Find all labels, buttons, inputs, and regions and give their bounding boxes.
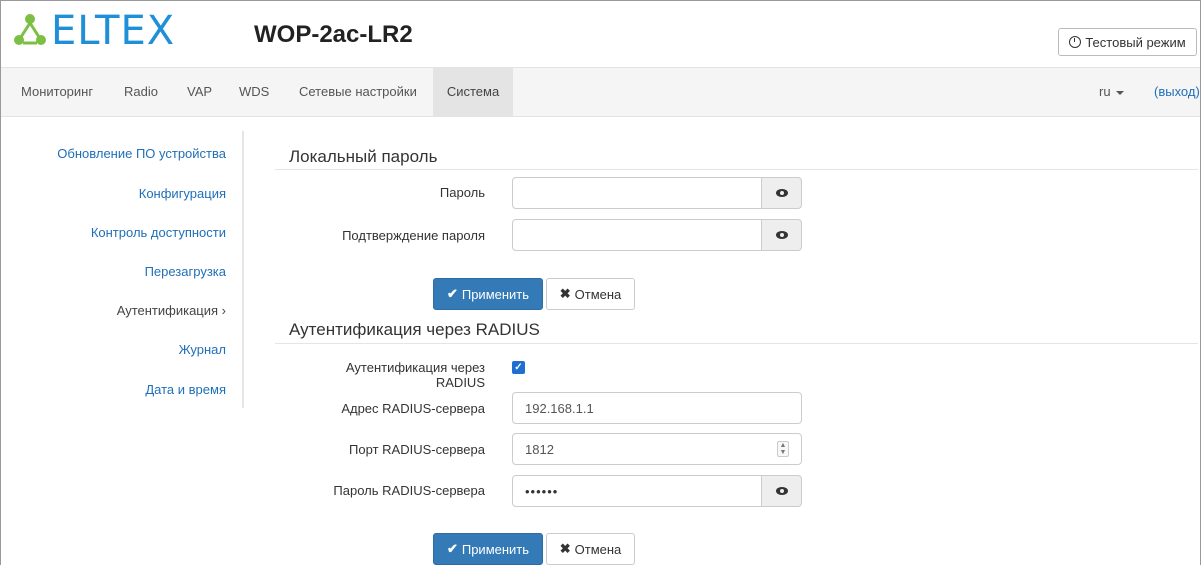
radius-secret-label: Пароль RADIUS-сервера [333, 483, 485, 498]
confirm-password-input[interactable] [512, 219, 762, 251]
logout-link[interactable]: (выход) [1154, 68, 1200, 116]
close-icon: ✖ [559, 286, 571, 301]
section-divider [275, 169, 1198, 170]
main-navbar: Мониторинг Radio VAP WDS Сетевые настрой… [1, 67, 1200, 117]
radius-secret-value: •••••• [525, 483, 559, 499]
language-dropdown[interactable]: ru [1099, 68, 1124, 116]
header: ELTEX WOP-2ac-LR2 Тестовый режим [1, 1, 1200, 61]
nav-wds[interactable]: WDS [239, 68, 269, 116]
radius-section-title: Аутентификация через RADIUS [289, 320, 540, 339]
sidebar-item-authentication[interactable]: Аутентификация › [117, 303, 226, 323]
test-mode-label: Тестовый режим [1085, 34, 1186, 50]
nav-network-settings[interactable]: Сетевые настройки [299, 68, 417, 116]
cancel-label: Отмена [574, 541, 622, 557]
device-model-title: WOP-2ac-LR2 [254, 21, 413, 48]
local-password-section-title: Локальный пароль [289, 147, 438, 166]
sidebar-item-configuration[interactable]: Конфигурация [139, 186, 226, 206]
language-label: ru [1099, 84, 1111, 99]
cancel-local-password-button[interactable]: ✖ Отмена [546, 278, 635, 310]
nav-vap[interactable]: VAP [187, 68, 212, 116]
radius-enable-checkbox[interactable]: ✓ [512, 361, 525, 374]
sidebar-item-log[interactable]: Журнал [179, 342, 226, 362]
confirm-password-label: Подтверждение пароля [342, 228, 485, 243]
radius-secret-input[interactable]: •••••• [512, 475, 762, 507]
eltex-logo-icon [14, 14, 46, 45]
sidebar: Обновление ПО устройства Конфигурация Ко… [1, 131, 244, 408]
check-icon: ✔ [446, 286, 458, 301]
caret-down-icon [1115, 90, 1124, 95]
show-confirm-password-button[interactable] [761, 219, 802, 251]
apply-radius-button[interactable]: ✔ Применить [433, 533, 543, 565]
radius-port-label: Порт RADIUS-сервера [349, 442, 485, 457]
sidebar-item-reboot[interactable]: Перезагрузка [145, 264, 226, 284]
radius-port-input[interactable]: 1812 ▲ ▼ [512, 433, 802, 465]
nav-radio[interactable]: Radio [124, 68, 158, 116]
password-label: Пароль [439, 185, 485, 200]
radius-port-value: 1812 [525, 441, 554, 457]
sidebar-item-date-time[interactable]: Дата и время [145, 382, 226, 402]
checkmark-icon: ✓ [514, 362, 523, 373]
logo-text: ELTEX [51, 8, 176, 54]
eye-icon [775, 189, 788, 197]
test-mode-button[interactable]: Тестовый режим [1058, 28, 1197, 56]
sidebar-item-availability-control[interactable]: Контроль доступности [91, 225, 226, 245]
eltex-logo: ELTEX [13, 11, 175, 51]
nav-system[interactable]: Система [433, 68, 513, 116]
close-icon: ✖ [559, 541, 571, 556]
eye-icon [775, 487, 788, 495]
check-icon: ✔ [446, 541, 458, 556]
show-radius-secret-button[interactable] [761, 475, 802, 507]
number-spinner-icon[interactable]: ▲ ▼ [777, 441, 789, 457]
nav-monitoring[interactable]: Мониторинг [21, 68, 93, 116]
clock-icon [1069, 36, 1082, 48]
apply-label: Применить [461, 286, 530, 302]
sidebar-item-firmware-update[interactable]: Обновление ПО устройства [57, 146, 226, 166]
radius-server-label: Адрес RADIUS-сервера [341, 401, 485, 416]
password-input[interactable] [512, 177, 762, 209]
apply-local-password-button[interactable]: ✔ Применить [433, 278, 543, 310]
show-password-button[interactable] [761, 177, 802, 209]
section-divider [275, 343, 1198, 344]
apply-label: Применить [461, 541, 530, 557]
cancel-label: Отмена [574, 286, 622, 302]
cancel-radius-button[interactable]: ✖ Отмена [546, 533, 635, 565]
radius-enable-label: Аутентификация через RADIUS [345, 360, 485, 390]
eye-icon [775, 231, 788, 239]
radius-server-input[interactable]: 192.168.1.1 [512, 392, 802, 424]
